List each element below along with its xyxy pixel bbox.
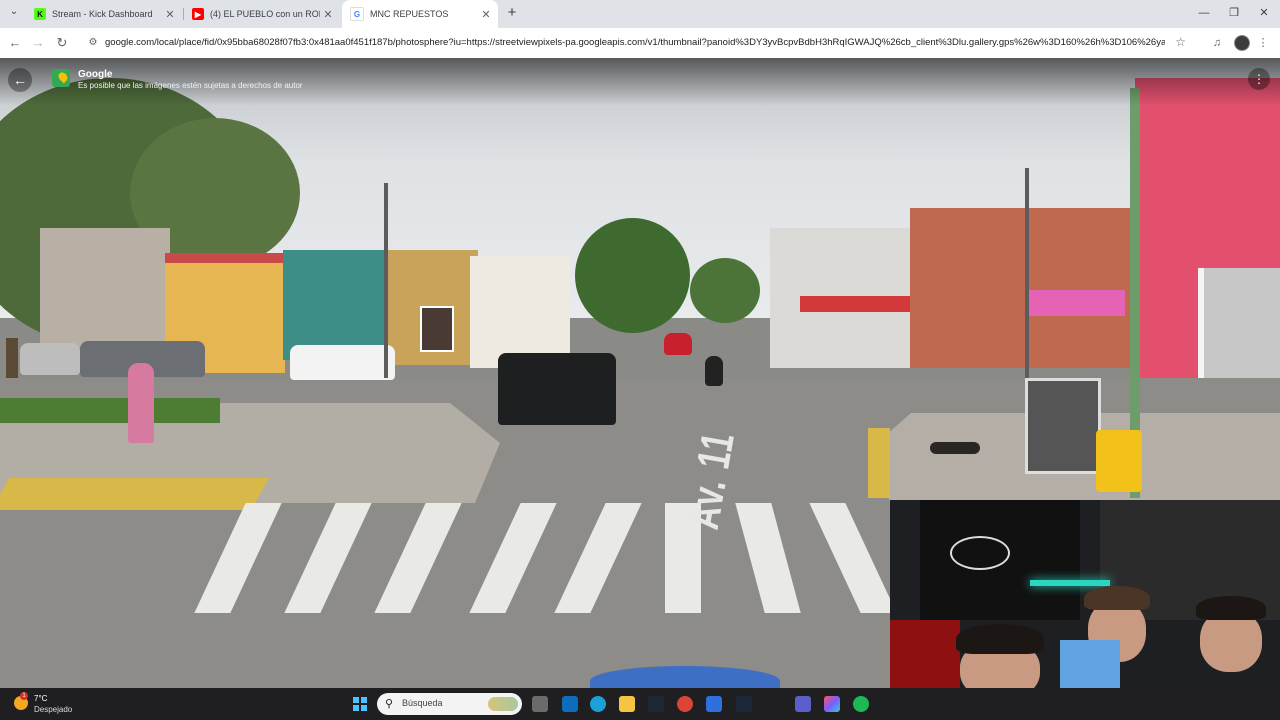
youtube-icon: ▶ xyxy=(192,8,204,20)
copyright-notice: Es posible que las imágenes estén sujeta… xyxy=(78,81,303,90)
spotify-icon[interactable] xyxy=(853,696,869,712)
tree xyxy=(690,258,760,323)
url-text[interactable]: google.com/local/place/fid/0x95bba68028f… xyxy=(105,36,1165,50)
parked-car xyxy=(20,343,80,375)
task-view-icon[interactable] xyxy=(532,696,548,712)
tab-title: Stream - Kick Dashboard xyxy=(52,9,153,19)
site-info-icon[interactable]: ⚙ xyxy=(86,36,100,50)
steam-icon[interactable] xyxy=(736,696,752,712)
gaming-chair xyxy=(890,620,960,688)
blue-shirt xyxy=(1060,640,1120,688)
tab-title: (4) EL PUEBLO con un ROBOT tr xyxy=(210,9,320,19)
street-view-header: ← Google Es posible que las imágenes est… xyxy=(0,58,1280,106)
forward-arrow-icon[interactable]: → xyxy=(29,34,47,52)
notification-badge: 1 xyxy=(20,692,28,700)
tab-title: MNC REPUESTOS xyxy=(370,9,449,19)
yellow-bin xyxy=(1096,430,1142,492)
file-explorer-icon[interactable] xyxy=(619,696,635,712)
hair xyxy=(1084,586,1150,610)
profile-avatar[interactable] xyxy=(1234,35,1250,51)
close-tab-icon[interactable]: ✕ xyxy=(320,8,336,21)
search-icon: ⚲ xyxy=(385,698,394,710)
new-tab-button[interactable]: + xyxy=(504,4,520,22)
bookmark-star-icon[interactable]: ☆ xyxy=(1175,35,1186,49)
edge-icon[interactable] xyxy=(590,696,606,712)
shop-awning xyxy=(800,296,920,312)
chrome-icon[interactable] xyxy=(677,696,693,712)
steam-icon[interactable] xyxy=(648,696,664,712)
app-icon[interactable] xyxy=(824,696,840,712)
search-label: Búsqueda xyxy=(402,698,443,708)
red-car xyxy=(664,333,692,355)
parked-car xyxy=(290,345,395,380)
restore-icon[interactable]: ❐ xyxy=(1218,4,1250,22)
street-lamp-pole xyxy=(384,183,388,378)
poster-board xyxy=(1025,378,1101,474)
street-view-title: Google xyxy=(78,69,113,80)
building-brick xyxy=(910,208,1130,368)
taskbar: 1 7°C Despejado ⚲ Búsqueda xyxy=(0,688,1280,720)
windows-start-icon[interactable] xyxy=(353,697,367,711)
grass xyxy=(0,398,220,423)
dog xyxy=(930,442,980,454)
camera-car-roof xyxy=(590,666,780,688)
pedestrian xyxy=(128,363,154,443)
temperature[interactable]: 7°C xyxy=(34,694,47,703)
address-bar[interactable]: ⚙ google.com/local/place/fid/0x95bba6802… xyxy=(80,32,1200,54)
building-mural xyxy=(283,250,388,360)
kick-icon: K xyxy=(34,8,46,20)
media-control-icon[interactable]: ♫ xyxy=(1208,34,1226,52)
hair xyxy=(956,624,1044,654)
outlook-icon[interactable] xyxy=(562,696,578,712)
building-white xyxy=(470,256,570,368)
close-window-icon[interactable]: ✕ xyxy=(1248,4,1280,22)
close-tab-icon[interactable]: ✕ xyxy=(478,8,494,21)
google-maps-icon xyxy=(52,69,70,87)
search-highlight-image xyxy=(488,697,518,711)
led-strip xyxy=(1030,580,1110,586)
minimize-icon[interactable]: — xyxy=(1188,4,1220,22)
reload-icon[interactable]: ↻ xyxy=(53,34,71,52)
menu-kebab-icon[interactable]: ⋮ xyxy=(1254,34,1272,52)
street-lamp-pole xyxy=(1025,168,1029,378)
building xyxy=(40,228,170,348)
curb xyxy=(0,478,270,510)
shirt-logo-icon xyxy=(950,536,1010,570)
browser-toolbar: ← → ↻ ⚙ google.com/local/place/fid/0x95b… xyxy=(0,28,1280,59)
close-tab-icon[interactable]: ✕ xyxy=(162,8,178,21)
tab-strip: ⌄ K Stream - Kick Dashboard ✕ ▶ (4) EL P… xyxy=(0,0,1280,28)
taskbar-search[interactable]: ⚲ Búsqueda xyxy=(377,693,522,715)
tab-mnc-repuestos[interactable]: G MNC REPUESTOS ✕ xyxy=(342,0,498,28)
black-suv xyxy=(498,353,616,425)
shop-sign xyxy=(420,306,454,352)
webcam-overlay xyxy=(890,500,1280,688)
tab-kick-dashboard[interactable]: K Stream - Kick Dashboard ✕ xyxy=(26,2,182,26)
curb xyxy=(868,428,890,498)
google-icon: G xyxy=(350,7,364,21)
weather-condition[interactable]: Despejado xyxy=(34,705,72,714)
shop-sign-pink xyxy=(1025,290,1125,316)
app-icon[interactable] xyxy=(706,696,722,712)
back-arrow-icon[interactable]: ← xyxy=(8,68,32,92)
hair xyxy=(1196,596,1266,620)
teams-icon[interactable] xyxy=(795,696,811,712)
tree xyxy=(575,218,690,333)
tab-search-chevron-icon[interactable]: ⌄ xyxy=(6,6,22,22)
back-arrow-icon[interactable]: ← xyxy=(6,34,24,52)
tab-youtube-video[interactable]: ▶ (4) EL PUEBLO con un ROBOT tr ✕ xyxy=(184,2,340,26)
more-options-icon[interactable]: ⋮ xyxy=(1248,68,1270,90)
motorcycle xyxy=(705,356,723,386)
